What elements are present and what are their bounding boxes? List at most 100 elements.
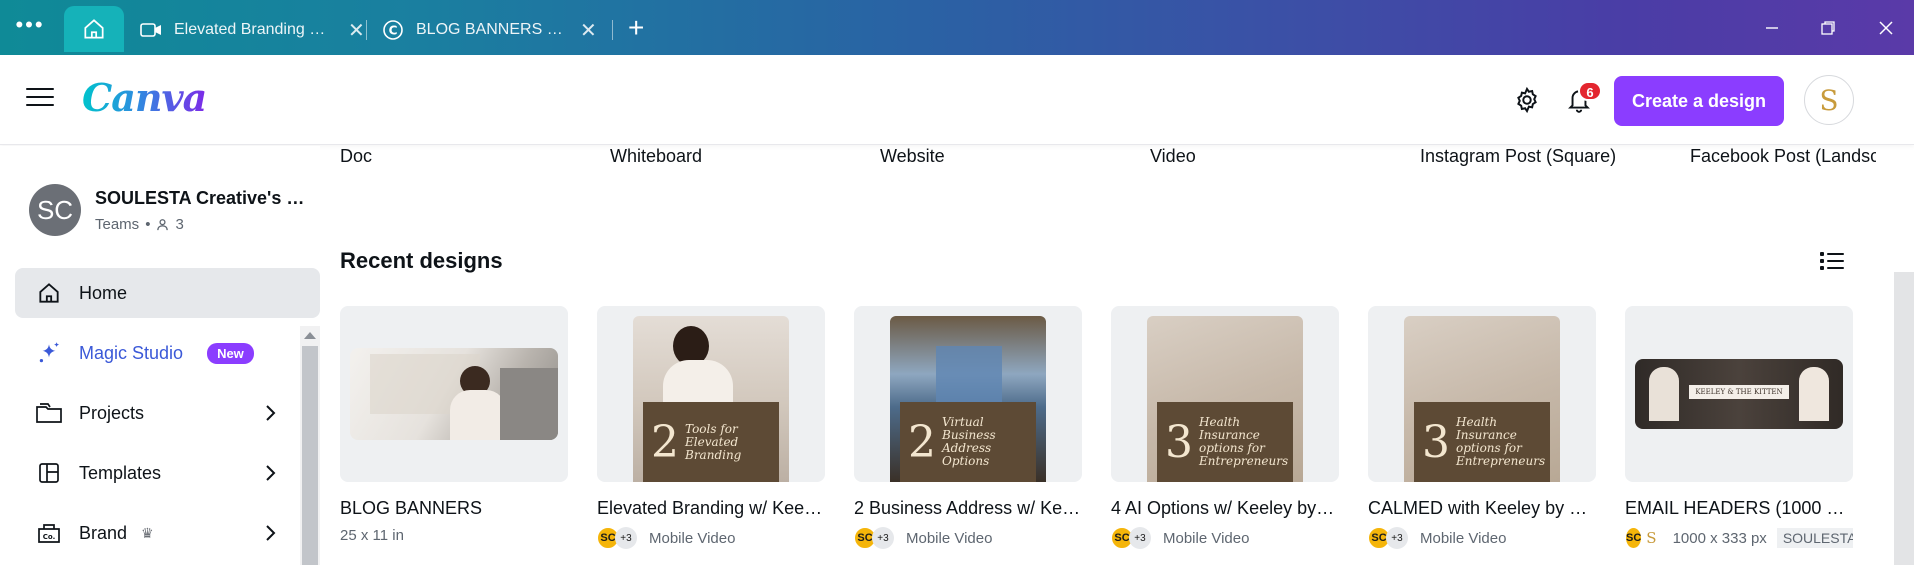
design-title[interactable]: Elevated Branding w/ Keeley: [597, 498, 825, 519]
thumbnail-image: 2 Tools for Elevated Branding: [633, 316, 789, 482]
video-icon: [140, 19, 162, 41]
design-type-website[interactable]: Website: [880, 146, 945, 167]
sidebar-item-magic-studio[interactable]: Magic Studio New: [15, 328, 320, 378]
design-meta: SC +3 Mobile Video: [1368, 527, 1596, 549]
design-thumbnail[interactable]: 2 Virtual Business Address Options: [854, 306, 1082, 482]
chevron-right-icon[interactable]: [258, 521, 282, 545]
home-tab[interactable]: [64, 6, 124, 52]
design-type-whiteboard[interactable]: Whiteboard: [610, 146, 702, 167]
design-title[interactable]: BLOG BANNERS: [340, 498, 568, 519]
crown-icon: ♛: [141, 524, 154, 541]
main-scrollbar[interactable]: [1894, 272, 1914, 565]
sidebar-item-home[interactable]: Home: [15, 268, 320, 318]
templates-icon: [35, 459, 63, 487]
canva-icon: C: [382, 19, 404, 41]
team-label: Teams: [95, 216, 140, 233]
tab-divider: [612, 20, 613, 40]
design-title[interactable]: 2 Business Address w/ Keeley: [854, 498, 1082, 519]
sidebar-item-templates[interactable]: Templates: [15, 448, 320, 498]
design-type: Mobile Video: [649, 529, 736, 547]
create-design-button[interactable]: Create a design: [1614, 76, 1784, 126]
team-avatar[interactable]: SC: [29, 184, 81, 236]
thumbnail-overlay: KEELEY & THE KITTEN: [1689, 385, 1789, 399]
tab-elevated-branding[interactable]: Elevated Branding w/ Keeley ✕: [140, 10, 365, 50]
scroll-up-arrow-icon[interactable]: [304, 332, 316, 339]
sparkle-icon: [35, 339, 63, 367]
thumbnail-overlay: 2 Tools for Elevated Branding: [643, 402, 779, 482]
design-card[interactable]: 2 Tools for Elevated Branding Elevated B…: [597, 306, 825, 549]
collaborators-count: +3: [615, 527, 637, 549]
design-card[interactable]: 3 Health Insurance options for Entrepren…: [1111, 306, 1339, 549]
thumbnail-image: 3 Health Insurance options for Entrepren…: [1147, 316, 1303, 482]
close-icon[interactable]: ✕: [580, 18, 597, 43]
sidebar-item-label: Home: [79, 282, 128, 303]
thumbnail-overlay: 3 Health Insurance options for Entrepren…: [1157, 402, 1293, 482]
restore-icon[interactable]: [1800, 0, 1856, 55]
close-icon[interactable]: ✕: [348, 18, 365, 43]
gear-icon[interactable]: [1510, 83, 1544, 117]
svg-text:Co.: Co.: [43, 533, 56, 541]
chevron-right-icon[interactable]: [258, 401, 282, 425]
design-type: Mobile Video: [906, 529, 993, 547]
design-thumbnail[interactable]: 3 Health Insurance options for Entrepren…: [1111, 306, 1339, 482]
design-type-instagram-post[interactable]: Instagram Post (Square): [1420, 146, 1616, 167]
thumbnail-image: [350, 348, 558, 440]
member-count: 3: [175, 216, 184, 233]
folder-icon: [35, 399, 63, 427]
close-window-icon[interactable]: [1858, 0, 1914, 55]
design-thumbnail[interactable]: KEELEY & THE KITTEN: [1625, 306, 1853, 482]
design-card[interactable]: KEELEY & THE KITTEN EMAIL HEADERS (1000 …: [1625, 306, 1853, 549]
menu-icon[interactable]: [26, 88, 54, 110]
account-avatar[interactable]: S: [1804, 75, 1854, 125]
design-card[interactable]: 3 Health Insurance options for Entrepren…: [1368, 306, 1596, 549]
design-type: Mobile Video: [1163, 529, 1250, 547]
design-thumbnail[interactable]: 2 Tools for Elevated Branding: [597, 306, 825, 482]
design-type-facebook-post[interactable]: Facebook Post (Landscape): [1690, 146, 1876, 167]
list-view-icon[interactable]: [1818, 249, 1846, 273]
design-type: Mobile Video: [1420, 529, 1507, 547]
home-icon: [35, 279, 63, 307]
chevron-right-icon[interactable]: [258, 461, 282, 485]
design-meta: SC +3 Mobile Video: [1111, 527, 1339, 549]
minimize-icon[interactable]: [1744, 0, 1800, 55]
notification-badge: 6: [1578, 81, 1602, 101]
new-badge: New: [207, 342, 254, 364]
thumbnail-image: 2 Virtual Business Address Options: [890, 316, 1046, 482]
team-name[interactable]: SOULESTA Creative's team: [95, 188, 305, 209]
sidebar-item-label: Templates: [79, 462, 162, 483]
thumbnail-overlay: 2 Virtual Business Address Options: [900, 402, 1036, 482]
sidebar-scroll-thumb[interactable]: [302, 346, 318, 565]
tab-blog-banners[interactable]: C BLOG BANNERS - 25 x 11 in ✕: [382, 10, 597, 50]
design-title[interactable]: CALMED with Keeley by Soulesta: [1368, 498, 1596, 519]
sidebar-item-label: Brand: [79, 522, 128, 543]
sidebar-item-label: Magic Studio: [79, 342, 184, 363]
tab-title: Elevated Branding w/ Keeley: [174, 21, 334, 38]
more-options-icon[interactable]: •••: [12, 14, 48, 42]
design-type-video[interactable]: Video: [1150, 146, 1196, 167]
sidebar-item-brand[interactable]: Co. Brand ♛: [15, 508, 320, 558]
separator-dot: •: [145, 216, 151, 233]
tab-divider: [366, 20, 367, 40]
design-meta: SC +3 Mobile Video: [854, 527, 1082, 549]
sidebar-item-label: Projects: [79, 402, 145, 423]
design-meta: SC S 1000 x 333 px SOULESTA: [1625, 527, 1853, 549]
sidebar-item-projects[interactable]: Projects: [15, 388, 320, 438]
svg-text:C: C: [389, 24, 398, 38]
browser-tab-bar: ••• Elevated Branding w/ Keeley ✕ C BLOG…: [0, 0, 1914, 55]
new-tab-icon[interactable]: +: [628, 12, 644, 44]
design-card[interactable]: 2 Virtual Business Address Options 2 Bus…: [854, 306, 1082, 549]
design-card[interactable]: BLOG BANNERS 25 x 11 in: [340, 306, 568, 544]
main-content: Doc Whiteboard Website Video Instagram P…: [320, 146, 1914, 565]
design-dimensions: 25 x 11 in: [340, 527, 404, 544]
brand-tag: SOULESTA: [1776, 528, 1853, 548]
design-meta: 25 x 11 in: [340, 527, 568, 544]
owner-avatar: SC: [1625, 527, 1643, 549]
design-title[interactable]: 4 AI Options w/ Keeley by Soulesta: [1111, 498, 1339, 519]
section-title: Recent designs: [340, 248, 503, 273]
canva-logo[interactable]: Canva: [82, 75, 207, 120]
design-thumbnail[interactable]: [340, 306, 568, 482]
thumbnail-image: KEELEY & THE KITTEN: [1635, 359, 1843, 429]
design-title[interactable]: EMAIL HEADERS (1000 × 333 px): [1625, 498, 1853, 519]
design-thumbnail[interactable]: 3 Health Insurance options for Entrepren…: [1368, 306, 1596, 482]
design-type-doc[interactable]: Doc: [340, 146, 372, 167]
